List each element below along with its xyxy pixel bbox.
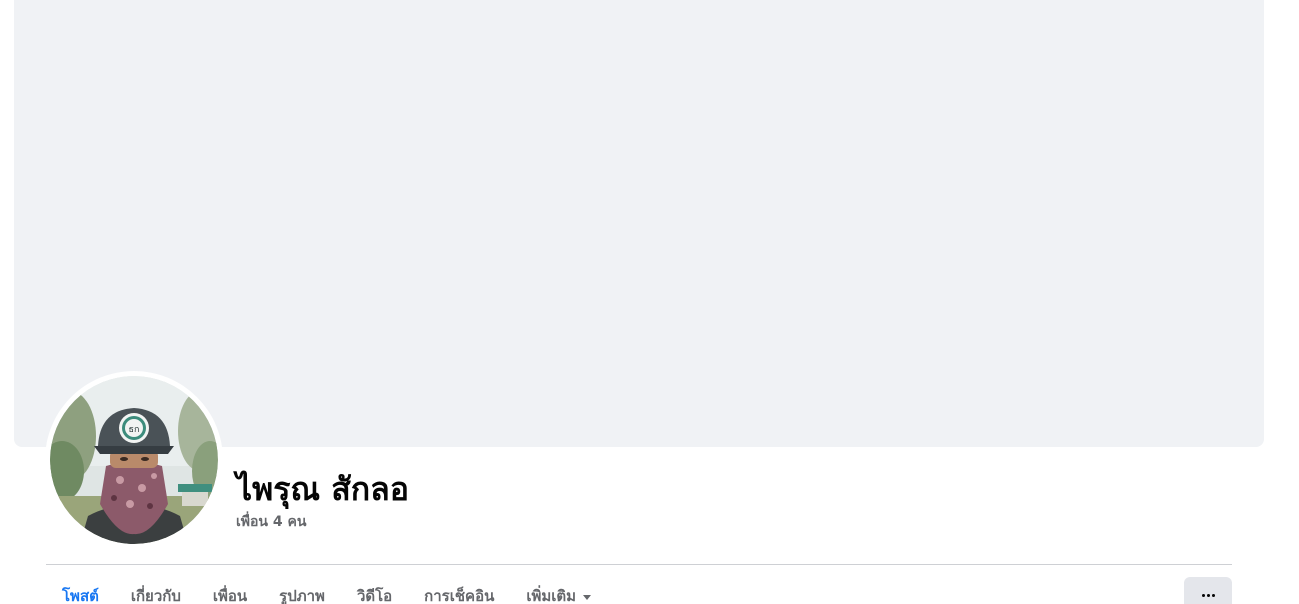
- tab-label: เพื่อน: [212, 587, 248, 604]
- tab-label: รูปภาพ: [279, 587, 325, 604]
- profile-avatar-image: ธก: [50, 376, 218, 544]
- tab-about[interactable]: เกี่ยวกับ: [115, 576, 197, 604]
- profile-picture[interactable]: ธก: [45, 371, 223, 549]
- divider: [46, 564, 1232, 565]
- tab-videos[interactable]: วิดีโอ: [341, 576, 408, 604]
- tab-label: การเช็คอิน: [424, 587, 495, 604]
- caret-down-icon: [583, 594, 592, 600]
- tab-label: โพสต์: [62, 587, 99, 604]
- tab-check-ins[interactable]: การเช็คอิน: [408, 576, 510, 604]
- profile-page: ธก ไพรุณ สักลอ เพื่อน 4 คน โพสต์ เกี่ยวก…: [0, 0, 1299, 604]
- tab-posts[interactable]: โพสต์: [46, 576, 115, 604]
- profile-name: ไพรุณ สักลอ: [236, 470, 409, 508]
- more-horizontal-icon: [1201, 593, 1215, 597]
- tab-label: เพิ่มเติม: [526, 587, 577, 604]
- svg-text:ธก: ธก: [129, 425, 140, 435]
- tab-label: วิดีโอ: [356, 587, 393, 604]
- profile-tabs: โพสต์ เกี่ยวกับ เพื่อน รูปภาพ วิดีโอ การ…: [46, 576, 607, 604]
- cover-photo[interactable]: [14, 0, 1264, 447]
- tab-friends[interactable]: เพื่อน: [197, 576, 263, 604]
- tab-label: เกี่ยวกับ: [130, 587, 181, 604]
- tab-photos[interactable]: รูปภาพ: [263, 576, 341, 604]
- more-options-button[interactable]: [1184, 577, 1232, 604]
- friends-count-link[interactable]: เพื่อน 4 คน: [236, 512, 306, 532]
- tab-more[interactable]: เพิ่มเติม: [510, 576, 607, 604]
